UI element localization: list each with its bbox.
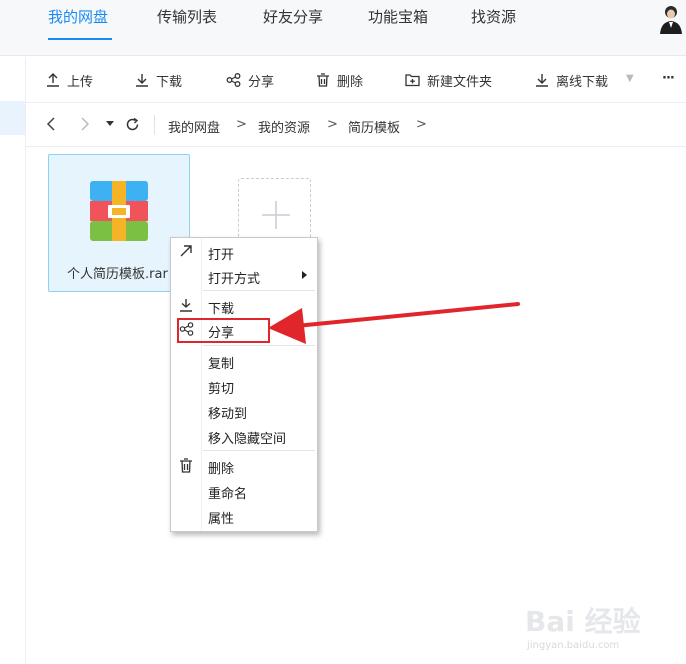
breadcrumb-netdisk[interactable]: 我的网盘 xyxy=(168,117,220,136)
menu-item-label: 剪切 xyxy=(208,382,235,397)
upload-icon xyxy=(47,73,59,87)
download-icon xyxy=(180,299,192,312)
open-arrow-icon xyxy=(180,245,192,257)
breadcrumb-my-resources[interactable]: 我的资源 xyxy=(258,117,310,136)
annotation-arrow-icon xyxy=(268,302,520,344)
menu-item-delete[interactable]: 删除 xyxy=(171,454,317,478)
trash-icon xyxy=(180,458,192,473)
top-nav: 我的网盘 传输列表 好友分享 功能宝箱 找资源 xyxy=(0,0,686,56)
offline-download-label: 离线下载 xyxy=(556,74,609,90)
breadcrumb-resume-templates[interactable]: 简历模板 xyxy=(348,117,400,136)
menu-item-move-to-hidden[interactable]: 移入隐藏空间 xyxy=(171,424,317,448)
address-divider xyxy=(154,115,155,135)
share-button[interactable]: 分享 xyxy=(226,70,274,90)
submenu-arrow-icon xyxy=(302,271,307,279)
menu-item-properties[interactable]: 属性 xyxy=(171,504,317,528)
active-tab-indicator xyxy=(48,38,112,40)
file-name: 个人简历模板.rar xyxy=(67,267,168,282)
delete-button[interactable]: 删除 xyxy=(316,70,363,90)
menu-item-label: 删除 xyxy=(208,462,235,477)
back-icon[interactable] xyxy=(46,116,56,132)
breadcrumb-separator: > xyxy=(236,117,247,132)
delete-label: 删除 xyxy=(337,74,364,90)
address-bar: 我的网盘 > 我的资源 > 简历模板 > xyxy=(26,103,686,147)
plus-icon xyxy=(262,201,290,229)
context-menu: 打开 打开方式 下载 分享 复制 剪切 移动到 移入隐藏空间 删除 重命名 属性 xyxy=(170,237,318,532)
file-tile-selected[interactable]: 个人简历模板.rar xyxy=(48,154,190,292)
new-folder-button[interactable]: 新建文件夹 xyxy=(405,70,492,90)
menu-item-label: 打开 xyxy=(208,248,235,263)
menu-item-label: 移入隐藏空间 xyxy=(208,432,287,447)
refresh-icon[interactable] xyxy=(125,117,140,132)
watermark: Bai 经验 jingyan.baidu.com xyxy=(525,600,685,660)
menu-separator xyxy=(203,450,315,451)
share-icon xyxy=(226,73,241,87)
menu-item-cut[interactable]: 剪切 xyxy=(171,374,317,398)
menu-item-rename[interactable]: 重命名 xyxy=(171,479,317,503)
tab-toolbox[interactable]: 功能宝箱 xyxy=(368,6,428,27)
watermark-url: jingyan.baidu.com xyxy=(527,640,620,651)
menu-item-label: 重命名 xyxy=(208,487,248,502)
download-label: 下载 xyxy=(156,74,183,90)
new-folder-icon xyxy=(405,74,420,87)
sidebar xyxy=(0,57,26,664)
avatar[interactable] xyxy=(658,4,684,34)
tab-my-netdisk[interactable]: 我的网盘 xyxy=(48,6,108,27)
breadcrumb-separator: > xyxy=(416,117,427,132)
watermark-brand: Bai 经验 xyxy=(525,605,641,638)
tab-transfer-list[interactable]: 传输列表 xyxy=(157,6,217,27)
sidebar-selected-item[interactable] xyxy=(0,101,25,135)
upload-button[interactable]: 上传 xyxy=(46,70,93,90)
new-folder-label: 新建文件夹 xyxy=(427,74,493,90)
menu-item-open[interactable]: 打开 xyxy=(171,240,317,264)
download-button[interactable]: 下载 xyxy=(135,70,182,90)
menu-item-open-with[interactable]: 打开方式 xyxy=(171,264,317,288)
offline-download-icon xyxy=(536,74,548,87)
offline-download-button[interactable]: 离线下载 xyxy=(535,70,608,90)
menu-item-label: 移动到 xyxy=(208,407,248,422)
archive-icon xyxy=(90,181,148,241)
trash-icon xyxy=(317,73,329,87)
tab-friend-share[interactable]: 好友分享 xyxy=(263,6,323,27)
toolbar: 上传 下载 分享 删除 新建文件夹 离线下载 ▼ ··· xyxy=(26,57,686,103)
download-icon xyxy=(136,74,148,87)
menu-item-move-to[interactable]: 移动到 xyxy=(171,399,317,423)
chevron-down-icon[interactable]: ▼ xyxy=(626,73,634,84)
menu-item-copy[interactable]: 复制 xyxy=(171,349,317,373)
menu-separator xyxy=(203,290,315,291)
forward-icon[interactable] xyxy=(80,116,90,132)
tab-find-resources[interactable]: 找资源 xyxy=(471,6,516,27)
upload-label: 上传 xyxy=(67,74,94,90)
annotation-highlight-box xyxy=(177,318,270,343)
share-label: 分享 xyxy=(248,74,275,90)
menu-item-label: 属性 xyxy=(208,512,235,527)
breadcrumb-separator: > xyxy=(327,117,338,132)
menu-item-label: 打开方式 xyxy=(208,272,261,287)
more-button[interactable]: ··· xyxy=(662,68,675,88)
menu-item-label: 复制 xyxy=(208,357,235,372)
history-dropdown-icon[interactable] xyxy=(106,121,114,127)
menu-item-label: 下载 xyxy=(208,302,235,317)
